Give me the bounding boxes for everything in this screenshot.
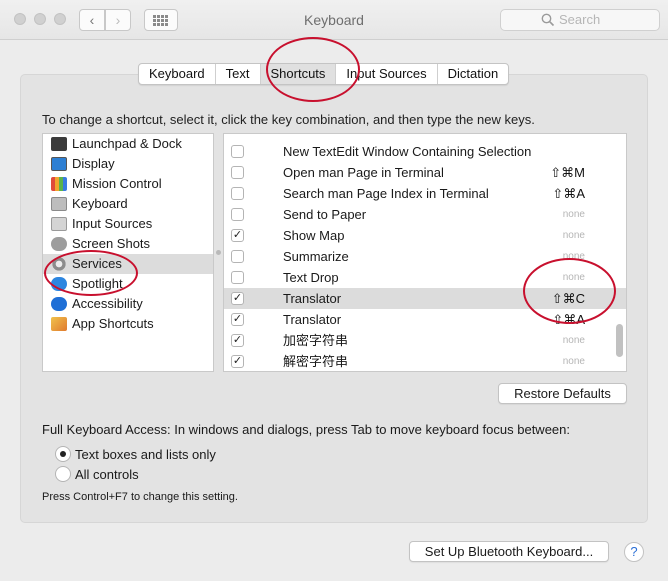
shortcut-key[interactable]: none <box>563 351 585 371</box>
shortcut-name: Translator <box>283 312 342 327</box>
search-icon <box>541 13 555 27</box>
shortcut-key[interactable]: none <box>563 204 585 225</box>
shortcut-list-scrollbar[interactable] <box>616 324 623 357</box>
annotation-circle-translator-key <box>523 258 616 324</box>
keyboard-icon <box>51 197 67 211</box>
shortcut-checkbox[interactable] <box>231 187 244 200</box>
tab-text[interactable]: Text <box>216 64 261 84</box>
shortcut-checkbox[interactable]: ✓ <box>231 292 244 305</box>
setup-bluetooth-keyboard-button[interactable]: Set Up Bluetooth Keyboard... <box>409 541 609 562</box>
category-label: Launchpad & Dock <box>72 136 182 151</box>
shortcut-checkbox[interactable] <box>231 208 244 221</box>
category-label: Input Sources <box>72 216 153 231</box>
annotation-circle-shortcuts-tab <box>266 37 360 102</box>
shortcut-name: Text Drop <box>283 270 339 285</box>
title-bar: ‹ › Keyboard Search <box>0 0 668 40</box>
screenshots-icon <box>51 237 67 251</box>
shortcut-checkbox[interactable] <box>231 250 244 263</box>
input-sources-icon <box>51 217 67 231</box>
shortcut-row[interactable]: Search man Page Index in Terminal ⇧⌘A <box>224 183 626 204</box>
category-item-input-sources[interactable]: Input Sources <box>43 214 213 234</box>
split-view-divider-handle[interactable] <box>216 250 221 255</box>
shortcut-list[interactable]: New TextEdit Window Containing Selection… <box>223 133 627 372</box>
category-label: Accessibility <box>72 296 143 311</box>
tab-keyboard[interactable]: Keyboard <box>139 64 216 84</box>
display-icon <box>51 157 67 171</box>
shortcut-name: Translator <box>283 291 342 306</box>
shortcut-name: Open man Page in Terminal <box>283 165 444 180</box>
shortcut-checkbox[interactable] <box>231 166 244 179</box>
tab-dictation[interactable]: Dictation <box>438 64 509 84</box>
category-item-accessibility[interactable]: Accessibility <box>43 294 213 314</box>
category-item-mission-control[interactable]: Mission Control <box>43 174 213 194</box>
accessibility-icon <box>51 297 67 311</box>
shortcut-checkbox[interactable]: ✓ <box>231 229 244 242</box>
category-item-screen-shots[interactable]: Screen Shots <box>43 234 213 254</box>
shortcut-key[interactable]: none <box>563 330 585 351</box>
shortcut-name: New TextEdit Window Containing Selection <box>283 144 532 159</box>
shortcut-name: 加密字符串 <box>283 333 349 348</box>
shortcut-key[interactable]: none <box>563 225 585 246</box>
instructions-text: To change a shortcut, select it, click t… <box>42 112 535 127</box>
category-item-app-shortcuts[interactable]: App Shortcuts <box>43 314 213 334</box>
category-label: Display <box>72 156 115 171</box>
shortcut-name: Send to Paper <box>283 207 367 222</box>
shortcut-row[interactable]: ✓ Show Map none <box>224 225 626 246</box>
radio-text-boxes-only[interactable] <box>55 446 71 462</box>
shortcut-name: 解密字符串 <box>283 354 349 369</box>
shortcut-key[interactable]: ⇧⌘M <box>550 162 585 183</box>
category-label: Mission Control <box>72 176 162 191</box>
search-placeholder: Search <box>559 12 601 27</box>
shortcut-row[interactable]: Send to Paper none <box>224 204 626 225</box>
radio-selected-dot <box>60 451 66 457</box>
radio-label-text-boxes[interactable]: Text boxes and lists only <box>75 447 216 462</box>
mission-control-icon <box>51 177 67 191</box>
shortcut-name: Show Map <box>283 228 345 243</box>
app-shortcuts-icon <box>51 317 67 331</box>
help-button[interactable]: ? <box>624 542 644 562</box>
radio-all-controls[interactable] <box>55 466 71 482</box>
shortcut-row[interactable]: ✓ 加密字符串 none <box>224 330 626 351</box>
shortcut-checkbox[interactable]: ✓ <box>231 355 244 368</box>
launchpad-dock-icon <box>51 137 67 151</box>
category-item-keyboard[interactable]: Keyboard <box>43 194 213 214</box>
shortcut-checkbox[interactable]: ✓ <box>231 334 244 347</box>
shortcut-checkbox[interactable] <box>231 145 244 158</box>
shortcut-key[interactable]: ⇧⌘A <box>552 183 585 204</box>
keyboard-access-hint: Press Control+F7 to change this setting. <box>42 491 238 503</box>
keyboard-preferences-window: ‹ › Keyboard Search Keyboard Text Shortc <box>0 0 668 581</box>
list-item-partial <box>224 134 626 141</box>
full-keyboard-access-label: Full Keyboard Access: In windows and dia… <box>42 422 570 437</box>
shortcut-checkbox[interactable] <box>231 271 244 284</box>
shortcut-row[interactable]: New TextEdit Window Containing Selection <box>224 141 626 162</box>
shortcut-name: Search man Page Index in Terminal <box>283 186 489 201</box>
shortcut-checkbox[interactable]: ✓ <box>231 313 244 326</box>
category-label: App Shortcuts <box>72 316 154 331</box>
shortcut-name: Summarize <box>283 249 349 264</box>
restore-defaults-button[interactable]: Restore Defaults <box>498 383 627 404</box>
search-field[interactable]: Search <box>500 9 660 31</box>
category-label: Screen Shots <box>72 236 151 251</box>
category-item-launchpad[interactable]: Launchpad & Dock <box>43 134 213 154</box>
radio-label-all-controls[interactable]: All controls <box>75 467 139 482</box>
shortcut-row[interactable]: ✓ 解密字符串 none <box>224 351 626 371</box>
category-item-display[interactable]: Display <box>43 154 213 174</box>
annotation-circle-services <box>44 250 138 296</box>
shortcut-row[interactable]: Open man Page in Terminal ⇧⌘M <box>224 162 626 183</box>
category-label: Keyboard <box>72 196 128 211</box>
